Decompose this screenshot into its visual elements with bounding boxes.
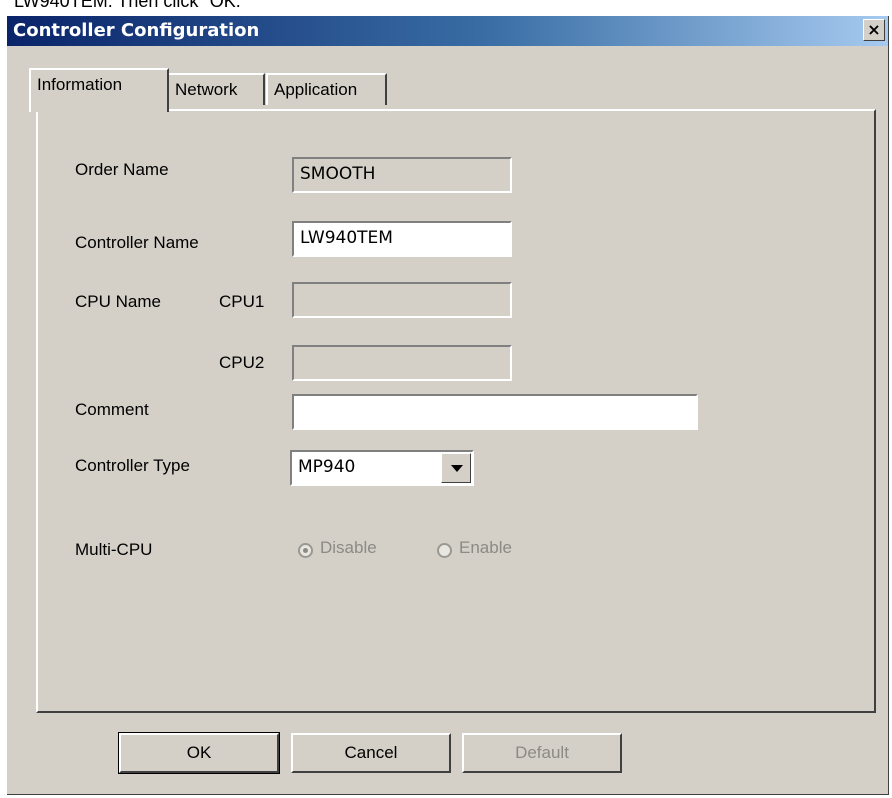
close-button[interactable]: ×	[863, 19, 885, 41]
cancel-button[interactable]: Cancel	[291, 733, 451, 773]
tab-network[interactable]: Network	[167, 73, 265, 105]
tab-application-label: Application	[274, 80, 358, 99]
tab-network-label: Network	[175, 80, 238, 99]
tab-information[interactable]: Information	[29, 68, 169, 112]
tab-information-label: Information	[37, 75, 123, 94]
ok-button[interactable]: OK	[118, 732, 280, 774]
tab-application[interactable]: Application	[266, 73, 387, 105]
dialog-titlebar[interactable]: Controller Configuration ×	[7, 16, 888, 46]
information-panel	[36, 109, 876, 713]
default-button[interactable]: Default	[462, 733, 622, 773]
dialog-title: Controller Configuration	[13, 20, 260, 41]
controller-configuration-dialog: Controller Configuration × Information N…	[7, 16, 889, 795]
document-instruction-text: LW940TEM. Then click "OK."	[14, 0, 248, 11]
close-icon: ×	[867, 20, 881, 39]
